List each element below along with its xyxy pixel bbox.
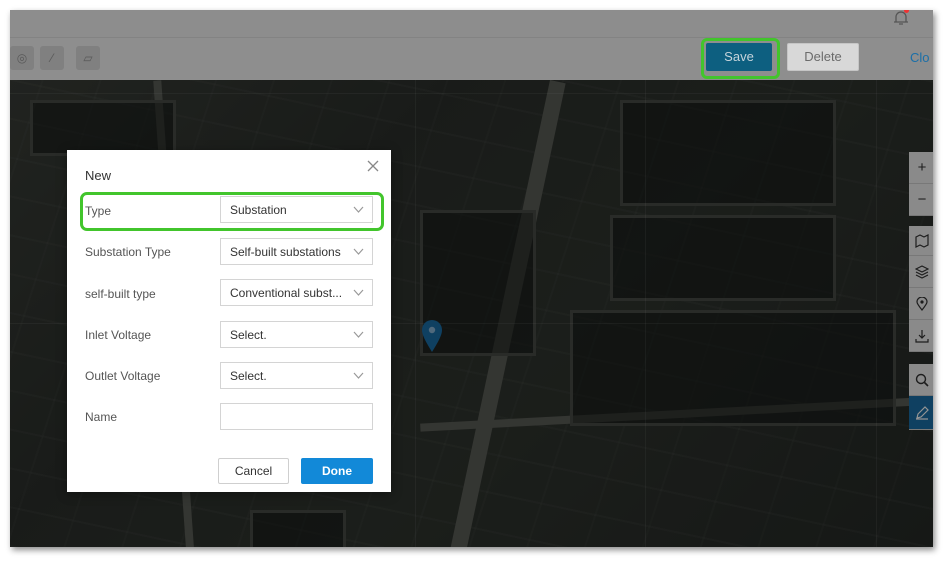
inlet-voltage-label: Inlet Voltage xyxy=(85,328,152,342)
chevron-down-icon xyxy=(353,331,364,338)
inlet-voltage-select[interactable]: Select. xyxy=(220,321,373,348)
inlet-voltage-value: Select. xyxy=(230,328,267,342)
dialog-title: New xyxy=(85,168,112,183)
outlet-voltage-value: Select. xyxy=(230,369,267,383)
self-built-type-value: Conventional subst... xyxy=(230,286,343,300)
close-link[interactable]: Clo xyxy=(910,50,930,65)
chevron-down-icon xyxy=(353,372,364,379)
app-window: ◎ ⁄ ▱ + − Save Delete Clo New Type Subst… xyxy=(10,10,933,547)
delete-button[interactable]: Delete xyxy=(787,43,859,71)
self-built-type-select[interactable]: Conventional subst... xyxy=(220,279,373,306)
outlet-voltage-select[interactable]: Select. xyxy=(220,362,373,389)
new-feature-dialog: New Type Substation Substation Type Self… xyxy=(67,150,391,492)
substation-type-label: Substation Type xyxy=(85,245,171,259)
close-icon[interactable] xyxy=(365,158,381,174)
name-input[interactable] xyxy=(220,403,373,430)
cancel-button[interactable]: Cancel xyxy=(218,458,289,484)
substation-type-select[interactable]: Self-built substations xyxy=(220,238,373,265)
chevron-down-icon xyxy=(353,248,364,255)
name-label: Name xyxy=(85,410,118,424)
done-button[interactable]: Done xyxy=(301,458,373,484)
substation-type-value: Self-built substations xyxy=(230,245,341,259)
save-highlight xyxy=(701,38,780,79)
self-built-type-label: self-built type xyxy=(85,287,156,301)
outlet-voltage-label: Outlet Voltage xyxy=(85,369,161,383)
chevron-down-icon xyxy=(353,289,364,296)
type-highlight xyxy=(80,192,384,231)
